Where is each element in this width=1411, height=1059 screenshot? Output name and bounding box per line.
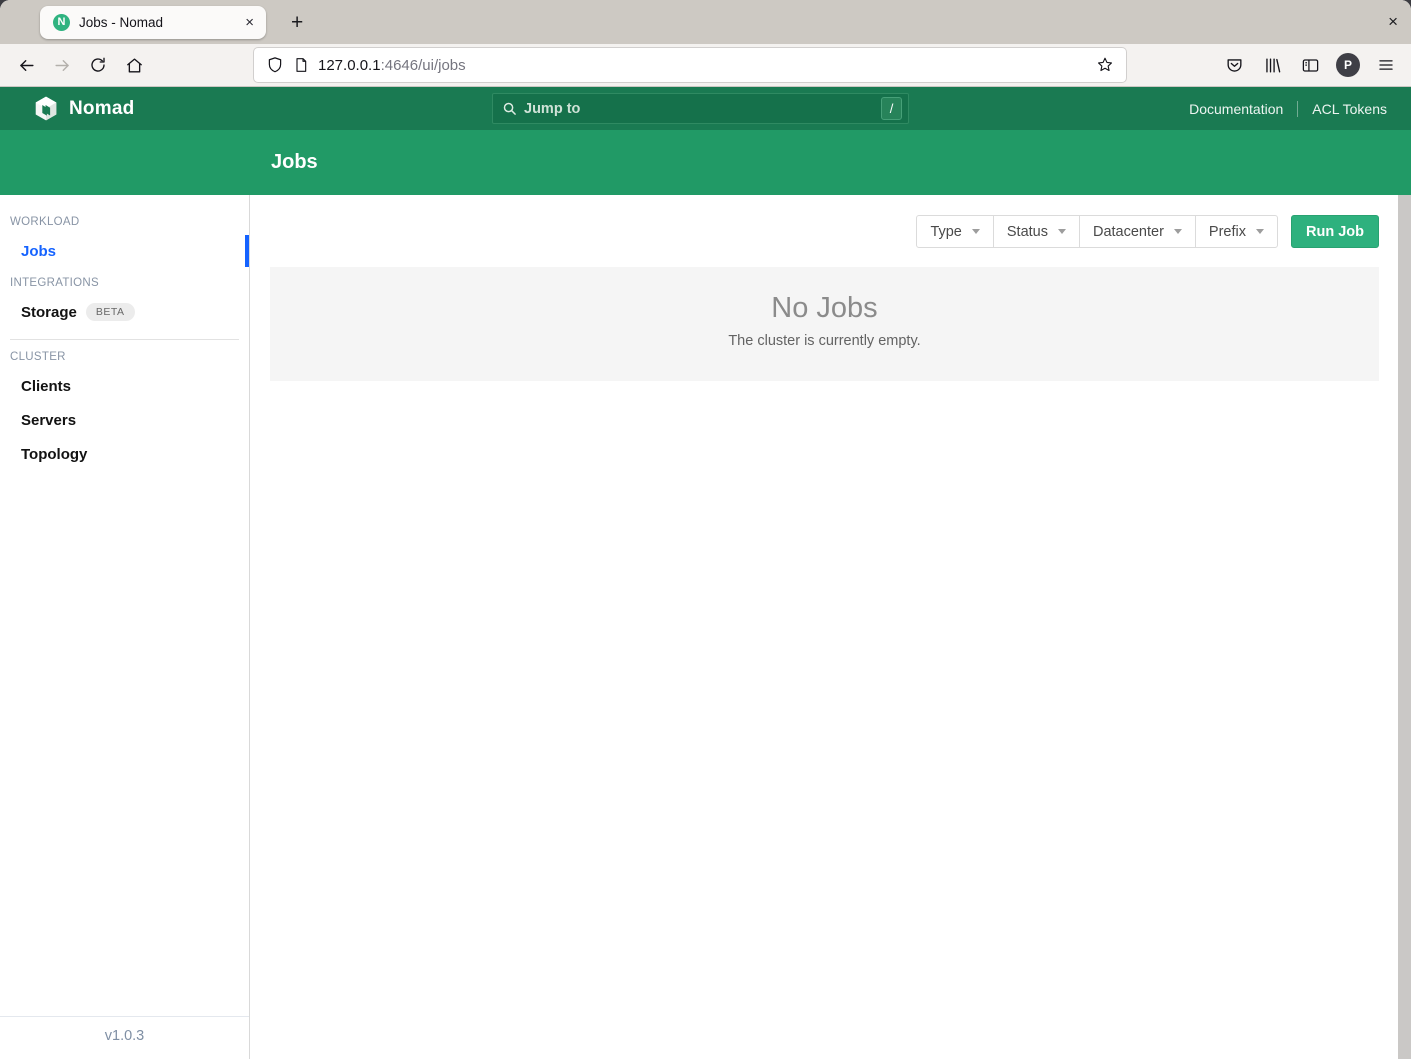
url-host: 127.0.0.1 <box>318 57 381 74</box>
browser-titlebar: N Jobs - Nomad × + × <box>0 0 1411 44</box>
chevron-down-icon <box>1058 229 1066 234</box>
browser-tab[interactable]: N Jobs - Nomad × <box>40 6 266 39</box>
shield-icon <box>266 56 284 74</box>
url-text: 127.0.0.1:4646/ui/jobs <box>318 57 466 74</box>
nomad-logo-icon <box>33 95 59 122</box>
empty-state-message: The cluster is currently empty. <box>290 333 1359 349</box>
sidebar-item-clients[interactable]: Clients <box>0 369 249 403</box>
filter-label: Prefix <box>1209 224 1246 240</box>
sidebar: WORKLOAD Jobs INTEGRATIONS Storage BETA … <box>0 195 250 1059</box>
bookmark-star-icon[interactable] <box>1096 56 1114 74</box>
forward-arrow-icon <box>53 56 72 75</box>
jump-to-input[interactable] <box>524 101 881 117</box>
back-arrow-icon <box>17 56 36 75</box>
jump-to-search[interactable]: / <box>492 93 909 124</box>
link-separator <box>1297 101 1298 117</box>
menu-button[interactable] <box>1369 48 1403 82</box>
sidebar-item-topology[interactable]: Topology <box>0 437 249 471</box>
window-close-button[interactable]: × <box>1388 12 1398 32</box>
nomad-header: Nomad / Documentation ACL Tokens <box>0 87 1411 130</box>
subnav-bar: Jobs <box>0 130 1411 195</box>
filter-group: Type Status Datacenter Prefix <box>916 215 1278 248</box>
content-area: WORKLOAD Jobs INTEGRATIONS Storage BETA … <box>0 195 1411 1059</box>
hamburger-menu-icon <box>1377 56 1395 74</box>
sidebar-toggle-icon <box>1301 56 1320 75</box>
filter-label: Datacenter <box>1093 224 1164 240</box>
library-button[interactable] <box>1255 48 1289 82</box>
url-path: :4646/ui/jobs <box>381 57 466 74</box>
profile-avatar: P <box>1336 53 1360 77</box>
tab-close-icon[interactable]: × <box>242 14 257 31</box>
new-tab-button[interactable]: + <box>285 10 309 35</box>
forward-button[interactable] <box>45 48 79 82</box>
search-icon <box>502 101 517 116</box>
beta-badge: BETA <box>86 303 135 321</box>
page-scrollbar[interactable] <box>1398 195 1411 1059</box>
sidebar-item-label: Topology <box>21 446 87 463</box>
chevron-down-icon <box>1256 229 1264 234</box>
empty-state: No Jobs The cluster is currently empty. <box>270 267 1379 381</box>
pocket-icon <box>1225 56 1244 75</box>
page-title: Jobs <box>271 151 318 174</box>
sidebar-menu: WORKLOAD Jobs INTEGRATIONS Storage BETA … <box>0 195 249 1016</box>
browser-toolbar: 127.0.0.1:4646/ui/jobs P <box>0 44 1411 87</box>
back-button[interactable] <box>9 48 43 82</box>
sidebar-item-label: Jobs <box>21 243 56 260</box>
nomad-brand[interactable]: Nomad <box>33 95 134 122</box>
slash-shortcut-key: / <box>881 97 902 120</box>
section-label-workload: WORKLOAD <box>0 207 249 234</box>
tab-title: Jobs - Nomad <box>79 15 233 30</box>
library-icon <box>1263 56 1282 75</box>
pocket-button[interactable] <box>1217 48 1251 82</box>
sidebar-item-label: Storage <box>21 304 77 321</box>
filter-label: Type <box>930 224 961 240</box>
documentation-link[interactable]: Documentation <box>1189 101 1283 117</box>
filter-type-dropdown[interactable]: Type <box>916 215 993 248</box>
profile-button[interactable]: P <box>1331 48 1365 82</box>
url-bar[interactable]: 127.0.0.1:4646/ui/jobs <box>254 48 1126 82</box>
section-label-cluster: CLUSTER <box>0 342 249 369</box>
reload-icon <box>89 56 107 74</box>
home-icon <box>125 56 144 75</box>
sidebar-toggle-button[interactable] <box>1293 48 1327 82</box>
filter-prefix-dropdown[interactable]: Prefix <box>1195 215 1278 248</box>
empty-state-title: No Jobs <box>290 292 1359 325</box>
acl-tokens-link[interactable]: ACL Tokens <box>1312 101 1387 117</box>
run-job-button[interactable]: Run Job <box>1291 215 1379 248</box>
section-label-integrations: INTEGRATIONS <box>0 268 249 295</box>
main-panel: Type Status Datacenter Prefix <box>250 195 1411 1059</box>
filter-label: Status <box>1007 224 1048 240</box>
brand-name: Nomad <box>69 98 134 120</box>
home-button[interactable] <box>117 48 151 82</box>
chevron-down-icon <box>972 229 980 234</box>
nomad-favicon-icon: N <box>53 14 70 31</box>
sidebar-item-label: Servers <box>21 412 76 429</box>
sidebar-item-jobs[interactable]: Jobs <box>0 234 249 268</box>
reload-button[interactable] <box>81 48 115 82</box>
version-label: v1.0.3 <box>0 1016 249 1059</box>
chevron-down-icon <box>1174 229 1182 234</box>
filter-status-dropdown[interactable]: Status <box>993 215 1080 248</box>
sidebar-item-servers[interactable]: Servers <box>0 403 249 437</box>
filter-row: Type Status Datacenter Prefix <box>270 215 1379 248</box>
header-links: Documentation ACL Tokens <box>1189 101 1387 117</box>
sidebar-divider <box>10 339 239 340</box>
sidebar-item-storage[interactable]: Storage BETA <box>0 295 249 329</box>
sidebar-item-label: Clients <box>21 378 71 395</box>
toolbar-right-icons: P <box>1216 48 1404 82</box>
page-info-icon <box>293 57 309 73</box>
filter-datacenter-dropdown[interactable]: Datacenter <box>1079 215 1196 248</box>
browser-window: N Jobs - Nomad × + × 127.0.0.1:4646/ui/j… <box>0 0 1411 1059</box>
